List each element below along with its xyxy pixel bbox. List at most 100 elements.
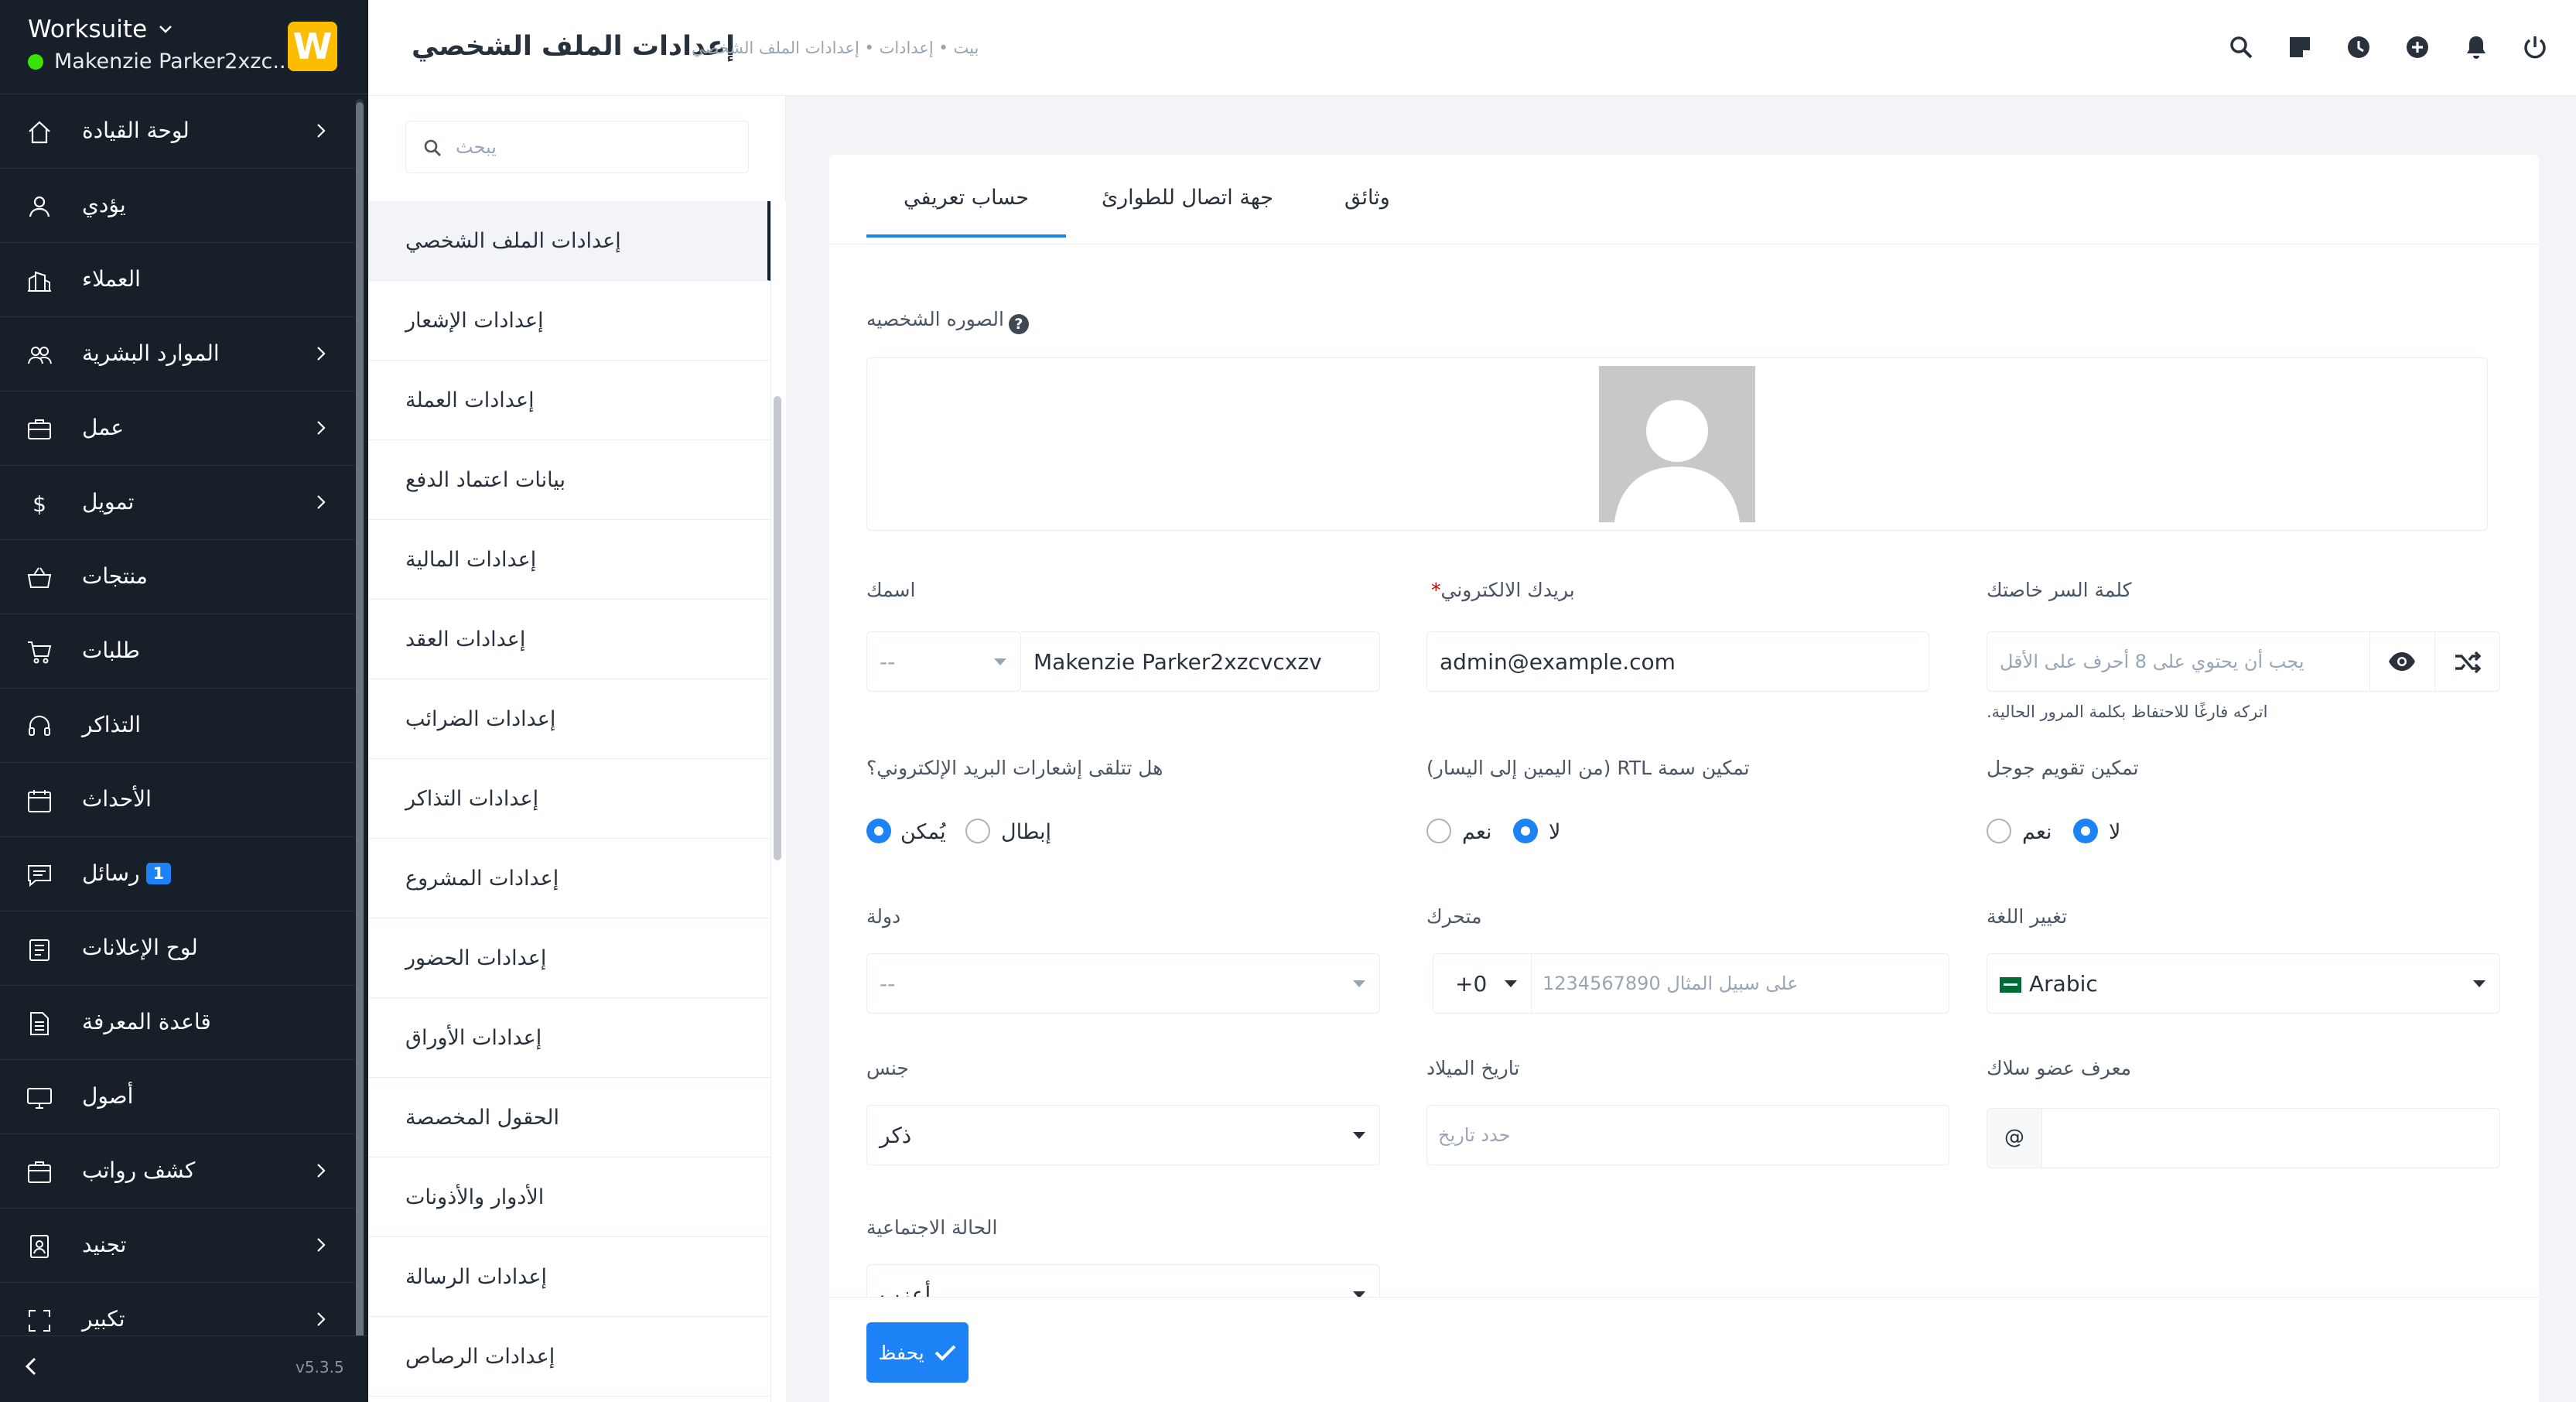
sidebar-item-label: لوح الإعلانات [82, 935, 198, 960]
email-value: admin@example.com [1440, 649, 1676, 675]
question-circle-icon[interactable]: ? [1008, 314, 1029, 334]
collapse-sidebar-icon[interactable] [20, 1355, 43, 1378]
settings-search-input[interactable] [456, 129, 734, 165]
rtl-no-radio[interactable] [1513, 819, 1538, 843]
show-password-button[interactable] [2370, 631, 2435, 692]
clock-icon[interactable] [2345, 34, 2372, 60]
dob-label: تاريخ الميلاد [1426, 1057, 1520, 1079]
settings-item-currency[interactable]: إعدادات العملة [368, 361, 770, 440]
google-calendar-yes-label[interactable]: نعم [2022, 820, 2052, 844]
sidebar-item-label: تمويل [82, 489, 135, 515]
language-value: Arabic [2000, 971, 2098, 997]
settings-item-leaves[interactable]: إعدادات الأوراق [368, 998, 770, 1078]
profile-picture-label: ?الصوره الشخصيه [866, 308, 1029, 334]
search-icon[interactable] [2228, 34, 2254, 60]
search-icon [424, 139, 441, 156]
sidebar-item-noticeboard[interactable]: لوح الإعلانات [0, 911, 354, 986]
settings-item-tax[interactable]: إعدادات الضرائب [368, 679, 770, 759]
email-notifications-enable-radio[interactable] [866, 819, 891, 843]
required-asterisk: * [1431, 579, 1441, 601]
google-calendar-no-radio[interactable] [2073, 819, 2098, 843]
sidebar-item-products[interactable]: منتجات [0, 540, 354, 614]
email-notifications-disable-radio[interactable] [965, 819, 990, 843]
tab-emergency-contact[interactable]: جهة اتصال للطوارئ [1102, 186, 1273, 210]
salutation-select[interactable]: -- [866, 631, 1021, 692]
eye-icon [2389, 652, 2415, 671]
sidebar-item-leads[interactable]: يؤدي [0, 169, 354, 243]
sidebar-item-orders[interactable]: طلبات [0, 614, 354, 689]
settings-item-project[interactable]: إعدادات المشروع [368, 839, 770, 918]
settings-item-label: إعدادات المالية [405, 547, 537, 572]
settings-item-profile[interactable]: إعدادات الملف الشخصي [368, 201, 770, 281]
email-input[interactable]: admin@example.com [1426, 631, 1929, 692]
clipboard-icon [29, 939, 50, 961]
company-name: Worksuite [28, 15, 148, 43]
power-icon[interactable] [2522, 34, 2548, 60]
bell-icon[interactable] [2463, 34, 2489, 60]
settings-item-contract[interactable]: إعدادات العقد [368, 600, 770, 679]
rtl-yes-radio[interactable] [1426, 819, 1451, 843]
settings-scrollbar-thumb[interactable] [774, 396, 781, 860]
sidebar-item-assets[interactable]: أصول [0, 1060, 354, 1134]
sidebar-item-tickets[interactable]: التذاكر [0, 689, 354, 763]
settings-item-label: إعدادات الأوراق [405, 1025, 542, 1050]
rtl-label: تمكين سمة RTL (من اليمين إلى اليسار) [1426, 757, 1750, 779]
slack-id-input[interactable] [2042, 1108, 2500, 1168]
sidebar-item-recruit[interactable]: تجنيد [0, 1209, 354, 1283]
dob-input[interactable]: حدد تاريخ [1426, 1105, 1949, 1165]
sidebar-footer: v5.3.5 [0, 1335, 368, 1402]
rtl-yes-label[interactable]: نعم [1462, 820, 1492, 844]
sidebar-item-work[interactable]: عمل [0, 392, 354, 466]
save-button[interactable]: يحفظ [866, 1322, 969, 1383]
language-value-text: Arabic [2029, 971, 2098, 997]
plus-circle-icon[interactable] [2404, 34, 2431, 60]
sidebar-header: Worksuite Makenzie Parker2xzc... W [0, 0, 368, 94]
mobile-input[interactable]: على سبيل المثال 1234567890 [1532, 953, 1949, 1014]
gender-select[interactable]: ذكر [866, 1105, 1380, 1165]
sidebar-item-label: الموارد البشرية [82, 340, 220, 366]
chevron-right-icon [317, 1238, 326, 1252]
name-label: اسمك [866, 579, 916, 601]
sidebar-item-dashboard[interactable]: لوحة القيادة [0, 94, 354, 169]
settings-item-roles-permissions[interactable]: الأدوار والأذونات [368, 1158, 770, 1237]
settings-item-custom-fields[interactable]: الحقول المخصصة [368, 1078, 770, 1158]
tab-profile[interactable]: حساب تعريفي [866, 186, 1067, 238]
top-header: إعدادات الملف الشخصي بيت • إعدادات • إعد… [368, 0, 2576, 96]
country-code-select[interactable]: +0 [1433, 953, 1532, 1014]
settings-item-notification[interactable]: إعدادات الإشعار [368, 281, 770, 361]
sidebar-item-finance[interactable]: $ تمويل [0, 466, 354, 540]
google-calendar-no-label[interactable]: لا [2109, 820, 2120, 844]
tab-documents[interactable]: وثائق [1344, 186, 1390, 210]
email-notifications-disable-label[interactable]: إبطال [1001, 820, 1051, 844]
sidebar-item-knowledge-base[interactable]: قاعدة المعرفة [0, 986, 354, 1060]
form-footer: يحفظ [829, 1297, 2539, 1402]
settings-item-tickets[interactable]: إعدادات التذاكر [368, 759, 770, 839]
sidebar-item-clients[interactable]: العملاء [0, 243, 354, 317]
settings-item-attendance[interactable]: إعدادات الحضور [368, 918, 770, 998]
sidebar-item-messages[interactable]: رسائل 1 [0, 837, 354, 911]
generate-password-button[interactable] [2435, 631, 2500, 692]
users-icon [28, 347, 52, 364]
company-switcher[interactable]: Worksuite [28, 15, 173, 43]
settings-item-payment-credentials[interactable]: بيانات اعتماد الدفع [368, 440, 770, 520]
sidebar-item-payroll[interactable]: كشف رواتب [0, 1134, 354, 1209]
password-hint: اتركه فارغًا للاحتفاظ بكلمة المرور الحال… [1987, 703, 2268, 721]
password-input[interactable]: يجب أن يحتوي على 8 أحرف على الأقل [1987, 631, 2370, 692]
email-notifications-enable-label[interactable]: يُمكن [900, 820, 946, 844]
breadcrumb[interactable]: بيت • إعدادات • إعدادات الملف الشخصي [692, 39, 979, 57]
google-calendar-yes-radio[interactable] [1987, 819, 2011, 843]
profile-picture-dropzone[interactable] [866, 357, 2488, 531]
current-user[interactable]: Makenzie Parker2xzc... [28, 50, 292, 74]
sticky-note-icon[interactable] [2287, 34, 2313, 60]
sidebar-scrollbar-thumb[interactable] [356, 102, 364, 1363]
settings-item-message[interactable]: إعدادات الرسالة [368, 1237, 770, 1317]
sidebar-item-hr[interactable]: الموارد البشرية [0, 317, 354, 392]
sidebar-item-events[interactable]: الأحداث [0, 763, 354, 837]
rtl-no-label[interactable]: لا [1549, 820, 1560, 844]
language-select[interactable]: Arabic [1987, 953, 2500, 1014]
name-input[interactable]: Makenzie Parker2xzcvcxzv [1021, 631, 1380, 692]
app-logo[interactable]: W [288, 22, 337, 71]
settings-item-finance[interactable]: إعدادات المالية [368, 520, 770, 600]
country-select[interactable]: -- [866, 953, 1380, 1014]
settings-item-lead[interactable]: إعدادات الرصاص [368, 1317, 770, 1397]
